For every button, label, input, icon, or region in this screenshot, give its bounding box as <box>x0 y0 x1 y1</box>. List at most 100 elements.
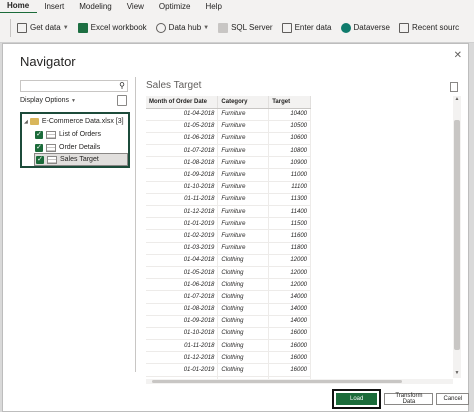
menu-help[interactable]: Help <box>198 0 229 13</box>
table-row: 01-11-2018 Furniture 11300 <box>146 193 311 207</box>
recent-sources-button[interactable]: Recent sourc <box>398 22 460 33</box>
excel-icon <box>77 22 88 33</box>
cell-target: 11300 <box>268 193 311 207</box>
cell-month: 01-12-2018 <box>146 351 219 365</box>
table-icon <box>46 130 56 139</box>
search-input[interactable]: ⚲ <box>20 80 128 92</box>
sql-server-label: SQL Server <box>231 23 273 32</box>
table-row: 01-03-2019 Furniture 11800 <box>146 242 311 255</box>
table-row: 01-11-2018 Clothing 16000 <box>146 339 311 353</box>
dataverse-icon <box>340 22 351 33</box>
tree-root-file[interactable]: ◢ E-Commerce Data.xlsx [3] <box>24 115 124 128</box>
database-icon <box>17 22 27 33</box>
table-row: 01-06-2018 Furniture 10600 <box>146 132 311 146</box>
table-row: 01-07-2018 Clothing 14000 <box>146 290 311 304</box>
scroll-up-icon[interactable]: ▲ <box>453 96 461 104</box>
cancel-button[interactable]: Cancel <box>436 393 470 405</box>
cell-month: 01-02-2019 <box>146 229 219 243</box>
cell-category: Clothing <box>217 278 270 292</box>
get-data-label: Get data <box>30 23 61 32</box>
cell-category: Furniture <box>217 156 270 170</box>
table-row: 01-09-2018 Furniture 11000 <box>146 168 311 182</box>
get-data-button[interactable]: Get data ▼ <box>17 22 69 33</box>
cell-target: 10900 <box>268 156 311 170</box>
cell-category: Furniture <box>217 120 270 133</box>
checkbox-checked-icon[interactable]: ✓ <box>35 130 43 139</box>
cell-month: 01-08-2018 <box>146 156 219 170</box>
menu-insert[interactable]: Insert <box>37 0 72 13</box>
tree-item-list-of-orders[interactable]: ✓ List of Orders <box>35 128 101 141</box>
pane-divider[interactable] <box>135 77 136 372</box>
data-hub-button[interactable]: Data hub ▼ <box>155 22 209 33</box>
ribbon-divider <box>10 18 11 37</box>
load-button[interactable]: Load <box>336 393 378 405</box>
cell-category: Clothing <box>217 303 270 316</box>
excel-workbook-label: Excel workbook <box>90 23 147 32</box>
cell-month: 01-05-2018 <box>146 266 219 280</box>
tree-root-label: E-Commerce Data.xlsx [3] <box>41 118 124 125</box>
cell-target: 12000 <box>268 278 311 292</box>
preview-table: Month of Order Date Category Target 01-0… <box>146 96 311 379</box>
cell-category: Clothing <box>217 315 270 328</box>
cell-target: 14000 <box>268 303 311 316</box>
cell-target: 16000 <box>268 363 311 377</box>
data-hub-label: Data hub <box>168 23 202 32</box>
sql-server-icon <box>218 22 229 33</box>
cell-target: 11000 <box>268 168 311 182</box>
cell-month: 01-01-2019 <box>146 217 219 231</box>
column-header: Month of Order Date <box>146 96 219 109</box>
cell-month: 01-09-2018 <box>146 168 219 182</box>
cell-category: Clothing <box>217 266 270 280</box>
table-row: 01-06-2018 Clothing 12000 <box>146 278 311 292</box>
navigator-dialog: Navigator ✕ ⚲ Display Options ▼ ◢ E-Comm… <box>2 43 470 412</box>
dataverse-button[interactable]: Dataverse <box>340 22 390 33</box>
table-icon <box>47 155 57 164</box>
cell-target: 10400 <box>268 108 311 121</box>
cell-category: Furniture <box>217 193 270 207</box>
dialog-title: Navigator <box>20 54 76 69</box>
enter-data-label: Enter data <box>294 23 332 32</box>
cell-month: 01-03-2019 <box>146 242 219 255</box>
excel-workbook-button[interactable]: Excel workbook <box>77 22 147 33</box>
tree-item-label: List of Orders <box>59 131 102 138</box>
checkbox-checked-icon[interactable]: ✓ <box>35 143 43 152</box>
menu-optimize[interactable]: Optimize <box>152 0 199 13</box>
load-highlight: Load <box>332 389 382 409</box>
close-icon[interactable]: ✕ <box>454 50 462 61</box>
transform-data-button[interactable]: Transform Data <box>384 393 434 405</box>
scrollbar-thumb[interactable] <box>454 120 460 350</box>
cell-month: 01-08-2018 <box>146 303 219 316</box>
folder-icon <box>29 118 39 125</box>
sql-server-button[interactable]: SQL Server <box>218 22 273 33</box>
horizontal-scrollbar[interactable] <box>146 379 453 384</box>
cell-category: Furniture <box>217 217 270 231</box>
enter-data-button[interactable]: Enter data <box>281 22 332 33</box>
preview-view-icon[interactable] <box>450 82 458 92</box>
cell-month: 01-05-2018 <box>146 120 219 133</box>
column-header: Target <box>268 96 311 109</box>
vertical-scrollbar[interactable]: ▲ ▼ <box>453 96 461 378</box>
checkbox-checked-icon[interactable]: ✓ <box>36 155 44 164</box>
recent-sources-label: Recent sourc <box>411 23 460 32</box>
dataverse-label: Dataverse <box>353 23 390 32</box>
preview-title: Sales Target <box>146 80 202 91</box>
ribbon-toolbar: Get data ▼ Excel workbook Data hub ▼ SQL… <box>0 13 474 43</box>
cell-category: Clothing <box>217 290 270 304</box>
cell-category: Clothing <box>217 327 270 341</box>
scrollbar-thumb[interactable] <box>152 380 402 383</box>
cell-target: 16000 <box>268 339 311 353</box>
cell-target: 16000 <box>268 351 311 365</box>
menu-modeling[interactable]: Modeling <box>72 0 119 13</box>
refresh-icon[interactable] <box>117 95 127 106</box>
cell-target: 14000 <box>268 315 311 328</box>
table-row: 01-07-2018 Furniture 10800 <box>146 144 311 158</box>
menu-home[interactable]: Home <box>0 0 38 14</box>
cell-category: Furniture <box>217 181 270 194</box>
cell-target: 12000 <box>268 266 311 280</box>
tree-item-sales-target[interactable]: ✓ Sales Target <box>34 153 128 166</box>
display-options-dropdown[interactable]: Display Options ▼ <box>20 97 76 104</box>
scroll-down-icon[interactable]: ▼ <box>453 370 461 378</box>
table-row: 01-05-2018 Clothing 12000 <box>146 266 311 280</box>
menu-view[interactable]: View <box>120 0 152 13</box>
table-row: 01-04-2018 Clothing 12000 <box>146 254 311 267</box>
